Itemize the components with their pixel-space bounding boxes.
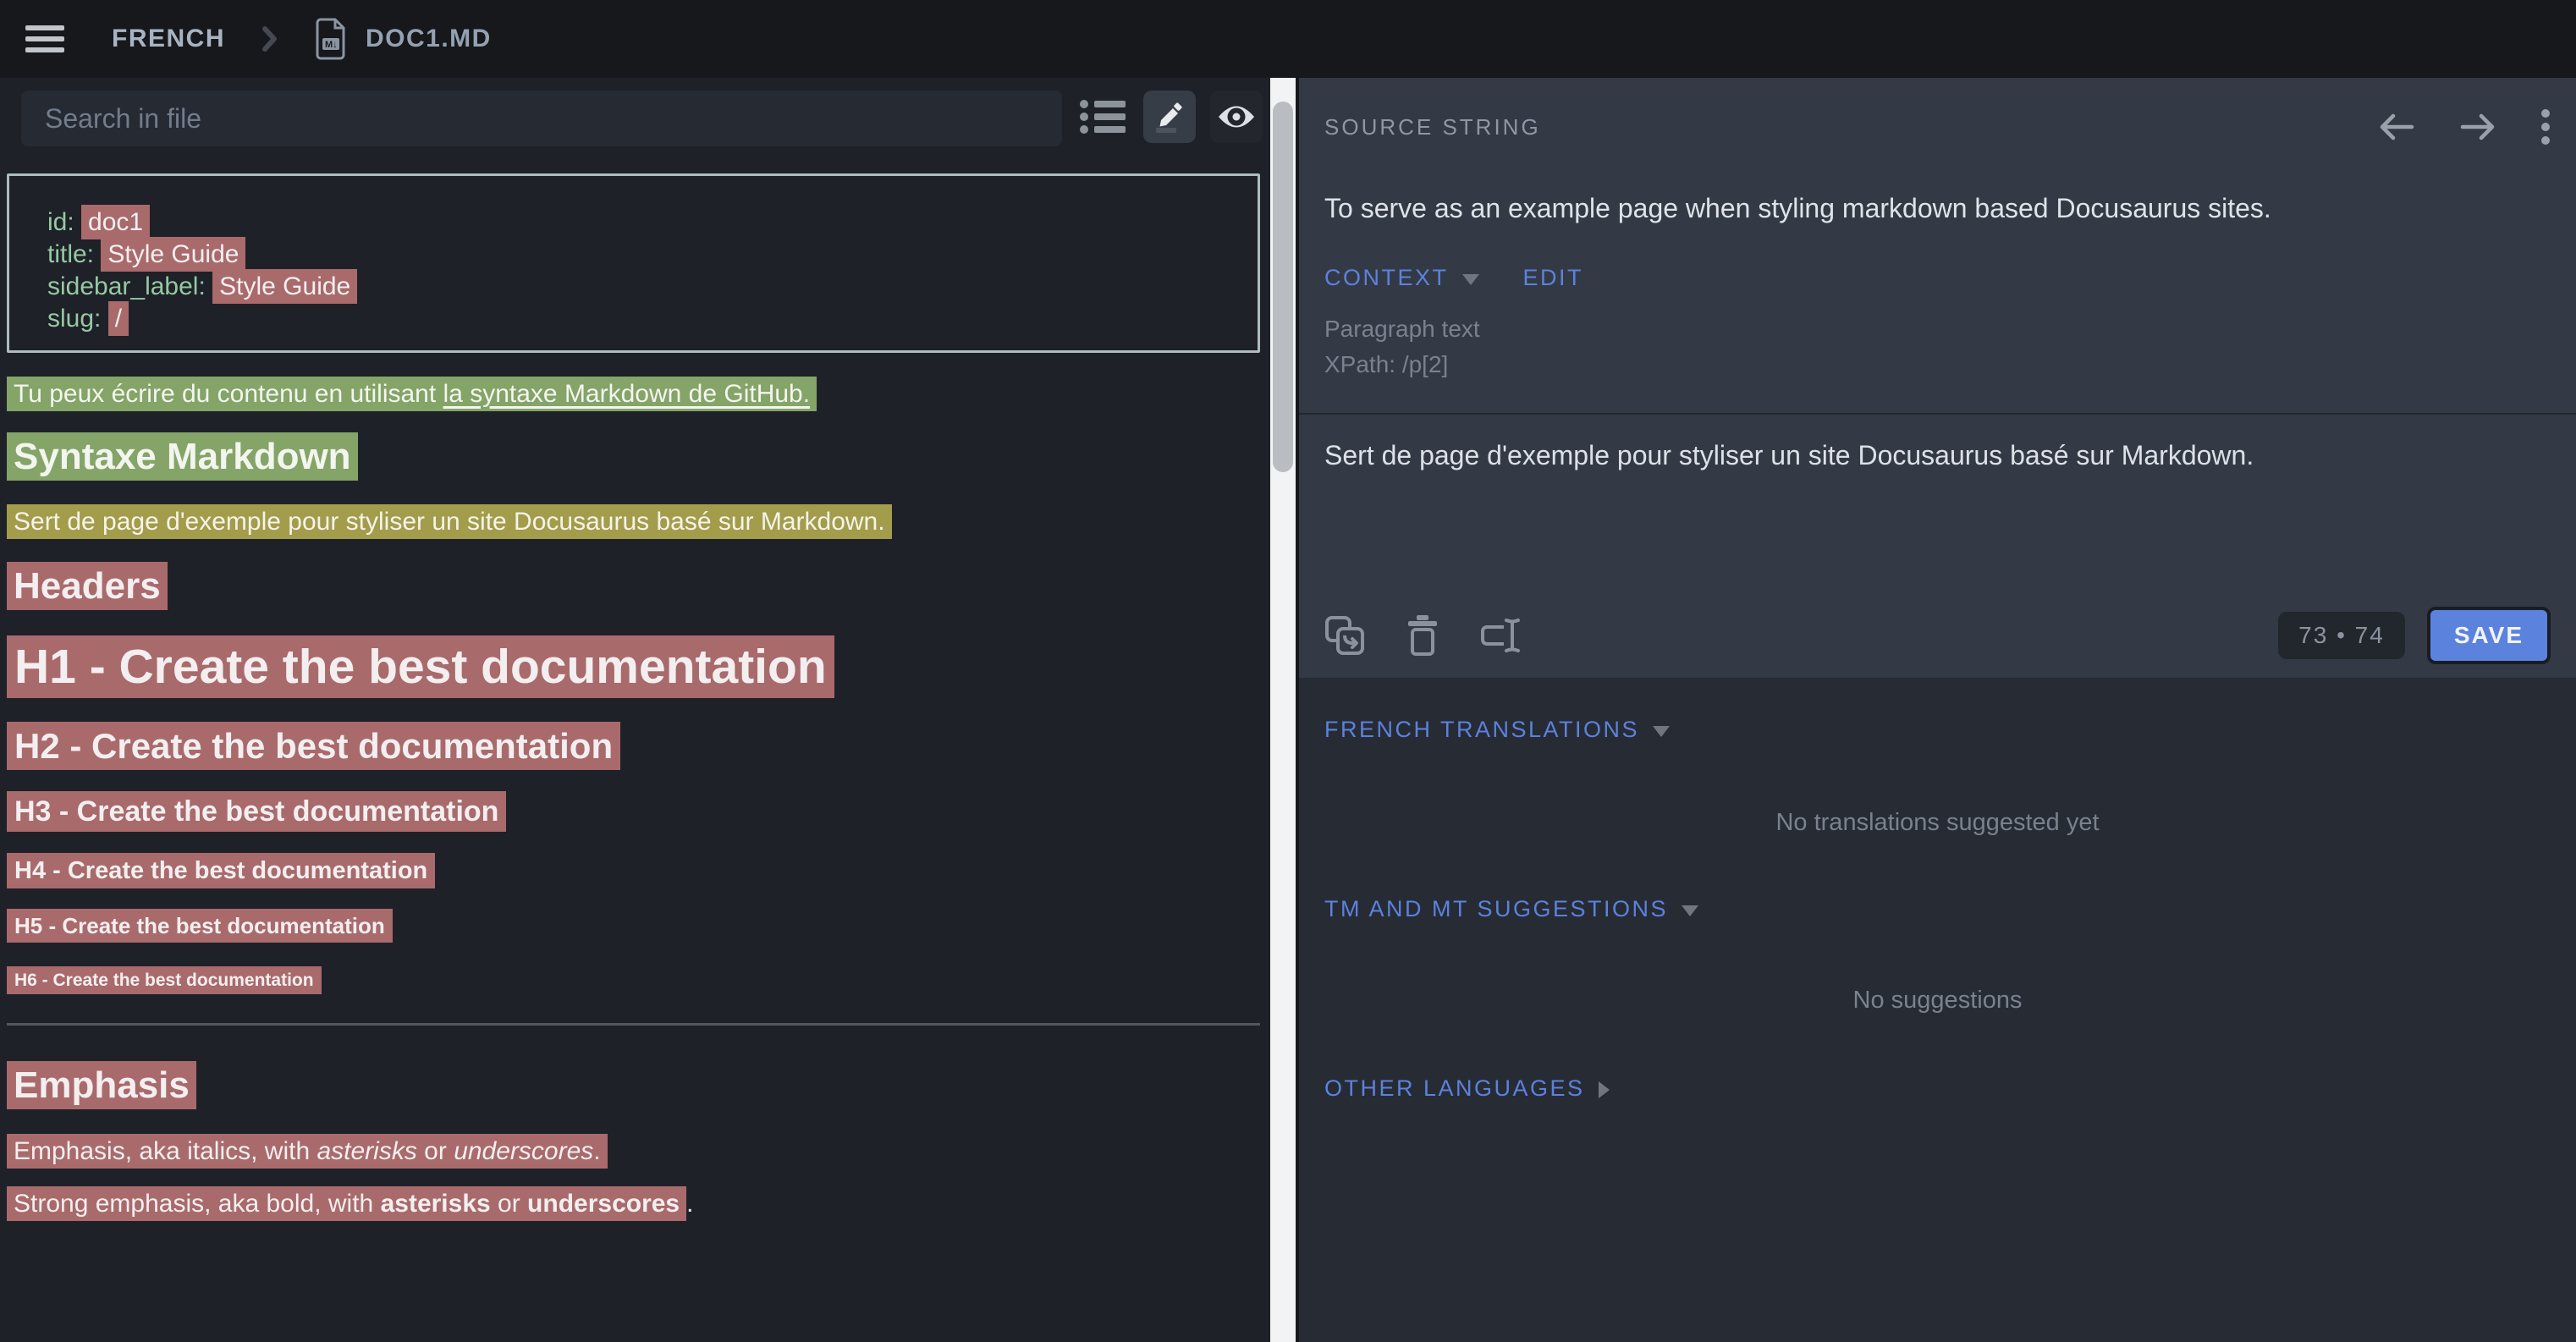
strong-tail: . [686, 1190, 693, 1218]
tm-empty-message: No suggestions [1324, 987, 2551, 1015]
source-string-label: SOURCE STRING [1324, 114, 1541, 140]
breadcrumb-file: DOC1.MD [366, 25, 492, 53]
strings-list-button[interactable] [1076, 91, 1129, 143]
frontmatter-key: title: [47, 240, 94, 268]
strong-text: or [491, 1190, 527, 1218]
translations-header-label[interactable]: FRENCH TRANSLATIONS [1324, 717, 1639, 743]
panel-divider [1299, 413, 2576, 415]
paragraph-selected[interactable]: Sert de page d'exemple pour styliser un … [7, 506, 1262, 538]
heading-h3-sample[interactable]: H3 - Create the best documentation [7, 795, 1262, 828]
frontmatter-key: id: [47, 208, 74, 236]
context-row: CONTEXT EDIT [1324, 265, 2551, 291]
more-options-button[interactable] [2540, 108, 2551, 146]
context-edit-button[interactable]: EDIT [1523, 265, 1584, 291]
svg-text:M↓: M↓ [325, 40, 338, 50]
heading-syntax[interactable]: Syntaxe Markdown [7, 436, 1262, 478]
context-toggle[interactable]: CONTEXT [1324, 265, 1449, 291]
frontmatter-block: id: doc1 title: Style Guide sidebar_labe… [7, 173, 1260, 353]
breadcrumb-chevron-icon [261, 25, 279, 53]
list-icon [1080, 98, 1126, 135]
frontmatter-line: id: doc1 [47, 206, 1258, 239]
trash-icon [1406, 615, 1439, 656]
string-untranslated[interactable]: doc1 [81, 205, 150, 239]
frontmatter-line: sidebar_label: Style Guide [47, 271, 1258, 303]
heading-h1-sample[interactable]: H1 - Create the best documentation [7, 639, 1262, 695]
intro-text: Tu peux écrire du contenu en utilisant [14, 380, 443, 408]
frontmatter-line: title: Style Guide [47, 239, 1258, 271]
arrow-left-icon [2375, 110, 2417, 144]
markdown-divider [7, 1023, 1260, 1026]
document-preview: id: doc1 title: Style Guide sidebar_labe… [0, 152, 1270, 1342]
translations-empty-message: No translations suggested yet [1324, 809, 2551, 837]
paragraph-translated[interactable]: Tu peux écrire du contenu en utilisant l… [7, 378, 1262, 410]
next-string-button[interactable] [2458, 110, 2500, 144]
frontmatter-key: slug: [47, 305, 101, 333]
string-untranslated[interactable]: Style Guide [212, 269, 357, 304]
translation-toolbar: 73 • 74 SAVE [1324, 607, 2551, 664]
copy-source-icon [1324, 615, 1365, 656]
markdown-file-icon: M↓ [315, 18, 347, 60]
chevron-down-icon [1653, 726, 1670, 737]
suggestions-section: FRENCH TRANSLATIONS No translations sugg… [1299, 678, 2576, 1342]
top-bar: FRENCH M↓ DOC1.MD [0, 0, 2576, 78]
text-cursor-box-icon [1480, 617, 1522, 654]
heading-emphasis[interactable]: Emphasis [7, 1064, 1262, 1107]
kebab-menu-icon [2540, 108, 2551, 146]
char-counter: 73 • 74 [2278, 612, 2405, 659]
save-button[interactable]: SAVE [2427, 607, 2551, 664]
heading-headers[interactable]: Headers [7, 565, 1262, 608]
delete-translation-button[interactable] [1406, 615, 1439, 656]
frontmatter-key: sidebar_label: [47, 272, 206, 300]
tm-header-label[interactable]: TM AND MT SUGGESTIONS [1324, 896, 1668, 922]
em-text: Emphasis, aka italics, with [14, 1137, 316, 1165]
pencil-icon [1153, 101, 1186, 133]
heading-h2-sample[interactable]: H2 - Create the best documentation [7, 726, 1262, 767]
intro-link[interactable]: la syntaxe Markdown de GitHub. [443, 380, 811, 408]
copy-source-button[interactable] [1324, 615, 1365, 656]
chevron-down-icon [1462, 274, 1479, 285]
source-string-section: SOURCE STRING [1299, 78, 2576, 678]
paragraph-strong[interactable]: Strong emphasis, aka bold, with asterisk… [7, 1188, 1262, 1220]
tm-section-header[interactable]: TM AND MT SUGGESTIONS [1324, 896, 2551, 922]
breadcrumb-project[interactable]: FRENCH [112, 25, 225, 53]
context-type: Paragraph text [1324, 311, 2551, 347]
clear-translation-button[interactable] [1480, 617, 1522, 654]
chevron-right-icon [1599, 1081, 1610, 1098]
em-text: . [593, 1137, 600, 1165]
scrollbar-thumb[interactable] [1273, 102, 1293, 472]
em-italic: asterisks [316, 1137, 416, 1165]
context-xpath: XPath: /p[2] [1324, 347, 2551, 382]
previous-string-button[interactable] [2375, 110, 2417, 144]
arrow-right-icon [2458, 110, 2500, 144]
em-italic: underscores [454, 1137, 593, 1165]
edit-mode-button[interactable] [1143, 91, 1196, 143]
string-untranslated[interactable]: / [108, 301, 129, 336]
search-row [0, 78, 1270, 152]
paragraph-emphasis[interactable]: Emphasis, aka italics, with asterisks or… [7, 1136, 1262, 1168]
other-languages-label[interactable]: OTHER LANGUAGES [1324, 1075, 1585, 1102]
eye-icon [1217, 103, 1256, 130]
heading-h4-sample[interactable]: H4 - Create the best documentation [7, 857, 1262, 885]
preview-mode-button[interactable] [1210, 91, 1263, 143]
string-untranslated[interactable]: Style Guide [101, 237, 245, 272]
chevron-down-icon [1682, 905, 1698, 916]
file-preview-panel: id: doc1 title: Style Guide sidebar_labe… [0, 78, 1270, 1342]
translation-input[interactable]: Sert de page d'exemple pour styliser un … [1324, 440, 2551, 584]
source-string-header: SOURCE STRING [1324, 103, 2551, 151]
source-string-text: To serve as an example page when styling… [1324, 193, 2551, 224]
strong-bold: underscores [527, 1190, 680, 1218]
search-input[interactable] [21, 91, 1062, 146]
strong-text: Strong emphasis, aka bold, with [14, 1190, 381, 1218]
other-languages-header[interactable]: OTHER LANGUAGES [1324, 1075, 2551, 1102]
em-text: or [417, 1137, 454, 1165]
preview-scrollbar[interactable] [1270, 78, 1296, 1342]
heading-h6-sample[interactable]: H6 - Create the best documentation [7, 971, 1262, 991]
translations-section-header[interactable]: FRENCH TRANSLATIONS [1324, 717, 2551, 743]
translation-panel: SOURCE STRING [1296, 78, 2576, 1342]
strong-bold: asterisks [381, 1190, 491, 1218]
heading-h5-sample[interactable]: H5 - Create the best documentation [7, 913, 1262, 939]
menu-icon[interactable] [25, 24, 64, 54]
frontmatter-line: slug: / [47, 303, 1258, 335]
